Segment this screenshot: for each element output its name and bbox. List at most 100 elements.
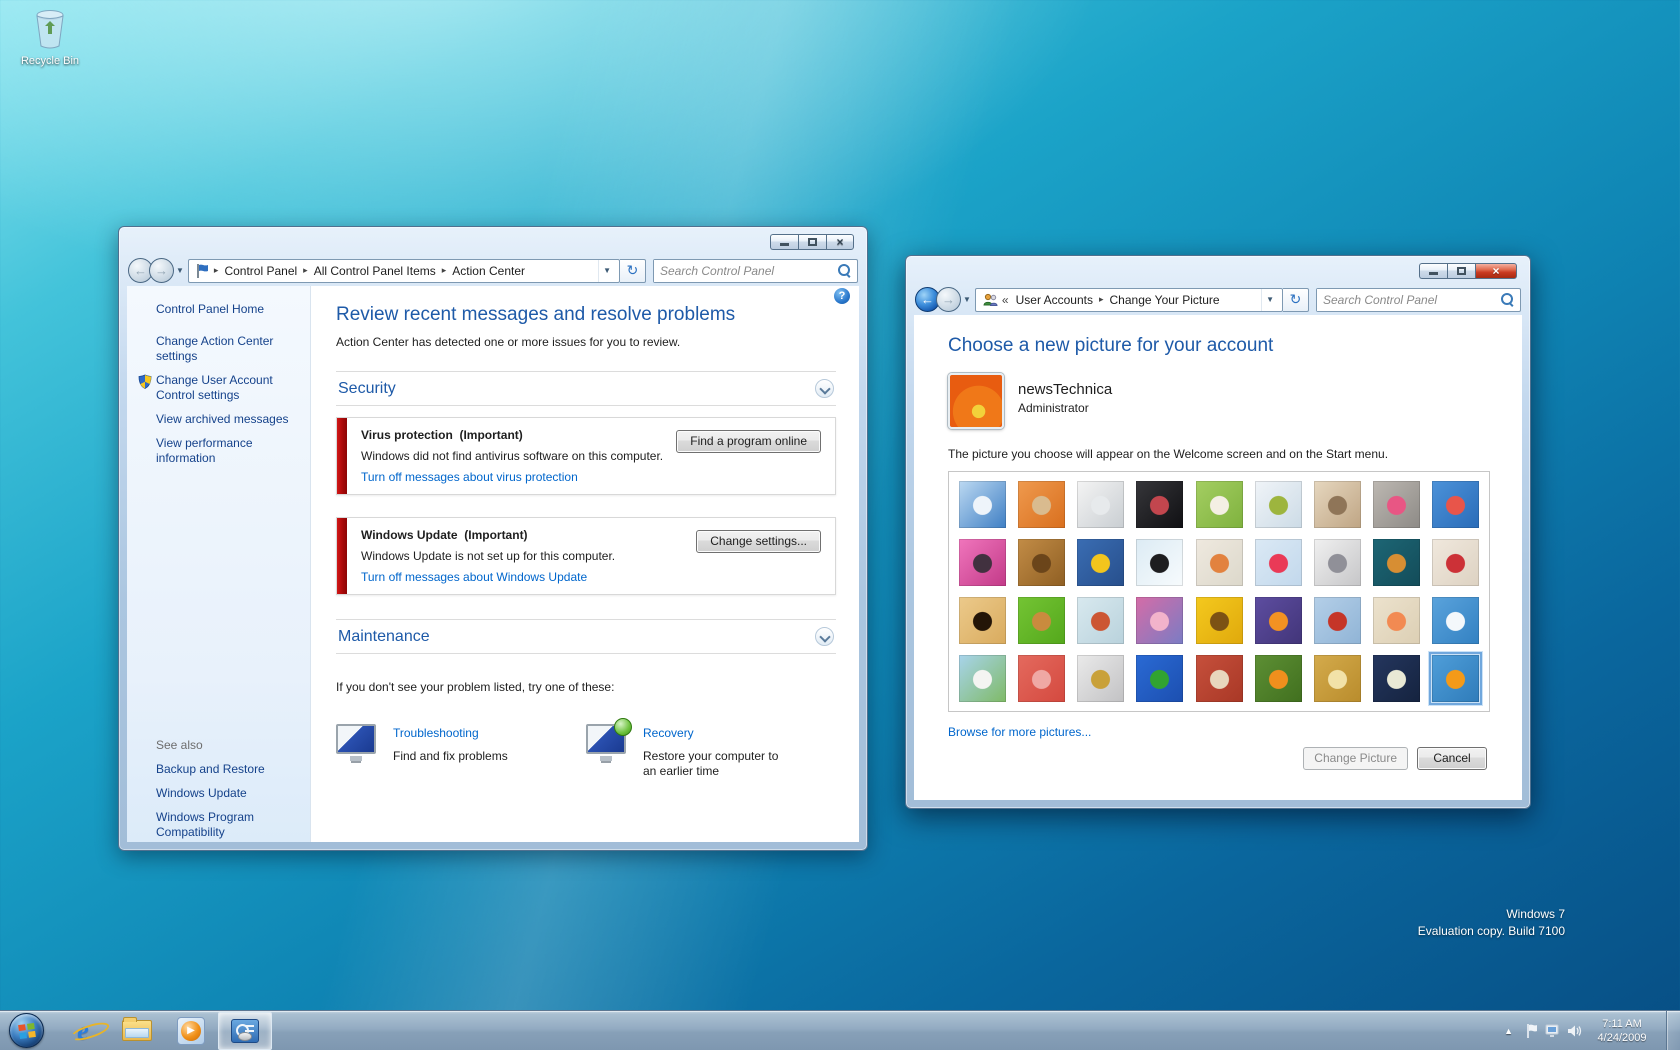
picture-thumb-origami-crane[interactable] [1432,539,1479,586]
picture-thumb-striped-fabric[interactable] [1018,655,1066,702]
picture-thumb-green-window[interactable] [1136,655,1184,702]
show-hidden-icons-button[interactable]: ▲ [1496,1026,1521,1036]
picture-thumb-gyroscope[interactable] [1254,481,1302,528]
help-icon[interactable]: ? [834,288,850,304]
turn-off-virus-messages-link[interactable]: Turn off messages about virus protection [361,470,821,484]
page-title: Review recent messages and resolve probl… [336,304,736,325]
picture-thumb-roller-coaster[interactable] [959,481,1006,528]
picture-thumb-woven-basket[interactable] [1313,655,1361,702]
breadcrumb-control-panel[interactable]: Control Panel [219,264,302,278]
forward-button[interactable]: → [149,258,174,283]
sidebar-item-windows-update[interactable]: Windows Update [156,786,302,801]
picture-thumb-glass-marbles[interactable] [1077,655,1125,702]
breadcrumb-change-your-picture[interactable]: Change Your Picture [1105,293,1225,307]
picture-thumb-kokeshi-doll[interactable] [1372,597,1420,644]
picture-thumb-sleeping-kitten[interactable] [1313,481,1361,528]
breadcrumb-action-center[interactable]: Action Center [447,264,530,278]
picture-thumb-red-starburst[interactable] [1254,539,1302,586]
picture-thumb-colorful-scarves[interactable] [1136,597,1184,644]
sidebar-item-compatibility-troubleshooter[interactable]: Windows Program Compatibility Troublesho… [156,810,306,842]
search-icon[interactable] [838,264,851,277]
change-settings-button[interactable]: Change settings... [696,530,821,553]
security-section-header: Security [336,371,836,406]
picture-thumb-patterned-rug[interactable] [1195,655,1243,702]
network-tray-icon[interactable] [1542,1011,1563,1050]
picture-thumb-woven-textile[interactable] [1018,539,1066,586]
breadcrumb-collapse-chevrons[interactable]: « [1000,293,1011,307]
address-dropdown-icon[interactable]: ▼ [1261,288,1278,311]
picture-thumb-lucky-cat[interactable] [1195,481,1243,528]
search-icon[interactable] [1501,293,1514,306]
picture-thumb-soccer-ball[interactable] [959,655,1006,702]
breadcrumb-all-items[interactable]: All Control Panel Items [309,264,441,278]
taskbar-clock[interactable]: 7:11 AM 4/24/2009 [1590,1017,1654,1045]
picture-thumb-sunflower[interactable] [1195,597,1243,644]
search-input[interactable] [654,259,838,282]
picture-thumb-lighthouse[interactable] [1372,655,1420,702]
browse-for-more-pictures-link[interactable]: Browse for more pictures... [948,725,1091,739]
start-button[interactable] [9,1013,44,1048]
troubleshooting-item[interactable]: Troubleshooting Find and fix problems [336,724,586,779]
security-collapse-chevron-icon[interactable] [815,379,834,398]
minimize-button[interactable] [1419,263,1447,279]
picture-thumb-striped-ball[interactable] [959,539,1006,586]
taskbar-windows-media-player[interactable]: ▶ [164,1011,218,1050]
sidebar-item-backup-and-restore[interactable]: Backup and Restore [156,762,302,777]
refresh-button[interactable]: ↻ [1283,287,1309,312]
sidebar-item-view-performance-information[interactable]: View performance information [156,436,302,466]
picture-thumb-teal-stairs[interactable] [1372,539,1420,586]
sidebar-item-change-action-center-settings[interactable]: Change Action Center settings [156,334,302,364]
recovery-item[interactable]: Recovery Restore your computer to an ear… [586,718,836,779]
picture-thumb-starfish[interactable] [1018,481,1066,528]
action-center-flag-tray-icon[interactable] [1521,1011,1542,1050]
refresh-button[interactable]: ↻ [620,258,646,283]
maintenance-collapse-chevron-icon[interactable] [815,627,834,646]
picture-thumb-monarch-butterfly[interactable] [1254,655,1302,702]
picture-thumb-orange-flower[interactable] [1429,652,1482,705]
recycle-bin[interactable]: Recycle Bin [14,8,86,67]
address-bar[interactable]: « User Accounts ▸ Change Your Picture ▼ [974,287,1283,312]
picture-thumb-pinwheel[interactable] [1432,481,1479,528]
address-bar[interactable]: ▸ Control Panel ▸ All Control Panel Item… [187,258,620,283]
picture-note: The picture you choose will appear on th… [948,447,1389,461]
picture-grid [948,471,1490,712]
troubleshooting-link[interactable]: Troubleshooting [393,726,508,740]
maximize-button[interactable] [1447,263,1475,279]
close-button[interactable]: × [826,234,854,250]
close-button[interactable]: × [1475,263,1517,279]
taskbar-windows-explorer[interactable] [110,1011,164,1050]
picture-thumb-crayon-cones[interactable] [1195,539,1243,586]
recent-pages-dropdown-icon[interactable]: ▼ [176,266,184,275]
picture-thumb-yellow-leaf[interactable] [1077,539,1125,586]
search-input[interactable] [1317,288,1501,311]
picture-thumb-acoustic-guitar[interactable] [959,597,1006,644]
internet-explorer-icon: e [69,1016,112,1046]
change-picture-button[interactable]: Change Picture [1303,747,1408,770]
recent-pages-dropdown-icon[interactable]: ▼ [963,295,971,304]
sidebar-item-view-archived-messages[interactable]: View archived messages [156,412,302,427]
taskbar-control-panel-active[interactable] [218,1012,272,1050]
sidebar-item-change-uac-settings[interactable]: Change User Account Control settings [138,373,291,403]
turn-off-windows-update-messages-link[interactable]: Turn off messages about Windows Update [361,570,821,584]
taskbar-internet-explorer[interactable]: e [56,1011,112,1050]
picture-thumb-pomeranian-dog[interactable] [1018,597,1066,644]
find-program-online-button[interactable]: Find a program online [676,430,821,453]
show-desktop-button[interactable] [1666,1010,1680,1050]
picture-thumb-border-collie[interactable] [1136,539,1184,586]
cancel-button[interactable]: Cancel [1417,747,1487,770]
picture-thumb-pink-dahlia[interactable] [1372,481,1420,528]
recovery-link[interactable]: Recovery [643,726,793,740]
picture-thumb-robot-figurine[interactable] [1077,481,1125,528]
address-dropdown-icon[interactable]: ▼ [598,259,615,282]
volume-tray-icon[interactable] [1563,1011,1584,1050]
forward-button[interactable]: → [936,287,961,312]
breadcrumb-user-accounts[interactable]: User Accounts [1011,293,1098,307]
maximize-button[interactable] [798,234,826,250]
picture-thumb-tin-robot[interactable] [1077,597,1125,644]
minimize-button[interactable] [770,234,798,250]
picture-thumb-turntable[interactable] [1136,481,1184,528]
picture-thumb-sailboat[interactable] [1432,597,1479,644]
picture-thumb-metal-jacks[interactable] [1313,539,1361,586]
picture-thumb-orange-fish[interactable] [1254,597,1302,644]
picture-thumb-hot-air-balloon[interactable] [1313,597,1361,644]
